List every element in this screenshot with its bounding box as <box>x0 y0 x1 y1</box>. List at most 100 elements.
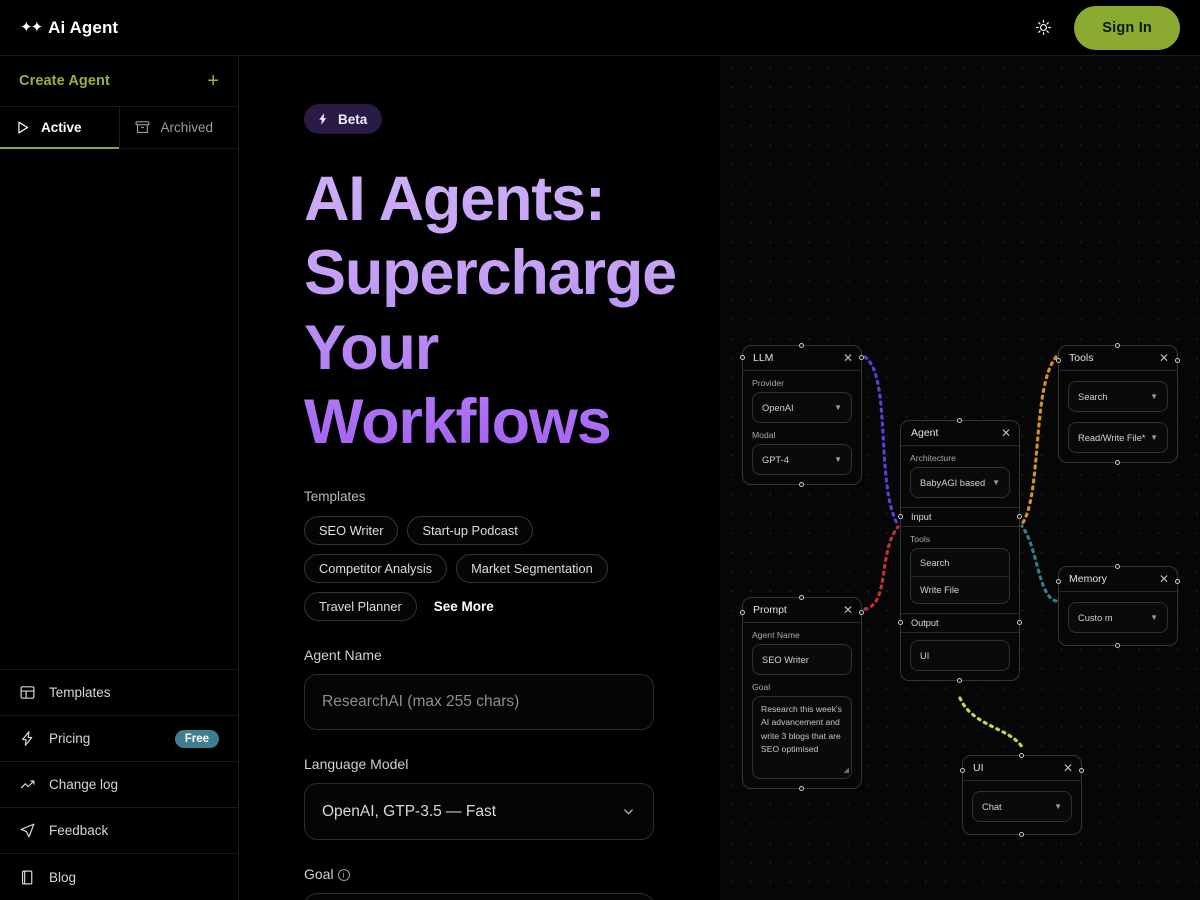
node-handle-top[interactable] <box>957 418 962 423</box>
node-handle-bottom[interactable] <box>1115 643 1120 648</box>
node-handle-right[interactable] <box>1175 579 1180 584</box>
node-title: Memory <box>1069 573 1107 585</box>
node-body: Provider OpenAI ▼ Modal GPT-4 ▼ <box>743 371 861 484</box>
node-handle-top[interactable] <box>1115 343 1120 348</box>
sign-in-button[interactable]: Sign In <box>1074 5 1180 50</box>
close-icon[interactable]: ✕ <box>843 352 853 364</box>
agent-list-tabs: Active Archived <box>0 107 238 149</box>
prompt-agent-name-value: SEO Writer <box>762 654 809 665</box>
brand-name: Ai Agent <box>48 17 119 37</box>
output-handle-left[interactable] <box>898 620 903 625</box>
node-handle-bottom[interactable] <box>1019 832 1024 837</box>
node-tools[interactable]: Tools ✕ Search ▼ Read/Write File* ▼ <box>1056 343 1180 465</box>
close-icon[interactable]: ✕ <box>1159 573 1169 585</box>
node-llm[interactable]: LLM ✕ Provider OpenAI ▼ Modal GPT-4 ▼ <box>740 343 864 487</box>
language-model-select[interactable]: OpenAI, GTP-3.5 — Fast <box>304 783 654 841</box>
node-handle-left[interactable] <box>740 610 745 615</box>
node-handle-top[interactable] <box>799 343 804 348</box>
template-pill-start-up-podcast[interactable]: Start-up Podcast <box>407 516 533 546</box>
template-pill-row: SEO Writer Start-up Podcast Competitor A… <box>304 516 676 622</box>
tab-archived[interactable]: Archived <box>118 107 239 148</box>
node-handle-top[interactable] <box>799 595 804 600</box>
node-handle-left[interactable] <box>1056 579 1061 584</box>
template-pill-market-segmentation[interactable]: Market Segmentation <box>456 554 608 584</box>
input-handle-right[interactable] <box>1017 514 1022 519</box>
provider-label: Provider <box>752 378 784 388</box>
node-handle-bottom[interactable] <box>799 482 804 487</box>
node-body-tools: Tools Search Write File <box>901 527 1019 613</box>
sidebar-item-templates[interactable]: Templates <box>0 670 238 716</box>
sidebar: Create Agent + Active Archived Templates… <box>0 56 239 900</box>
chevron-down-icon: ▼ <box>834 455 842 464</box>
node-handle-left[interactable] <box>740 355 745 360</box>
sidebar-item-label: Change log <box>49 777 119 792</box>
sun-icon[interactable] <box>1026 11 1060 45</box>
page-title: AI Agents: Supercharge Your Workflows <box>304 162 704 459</box>
template-pill-competitor-analysis[interactable]: Competitor Analysis <box>304 554 448 584</box>
prompt-agent-name-label: Agent Name <box>752 630 800 640</box>
sidebar-item-label: Blog <box>49 869 77 885</box>
output-handle-right[interactable] <box>1017 620 1022 625</box>
chevron-down-icon: ▼ <box>992 478 1000 487</box>
tab-active[interactable]: Active <box>0 107 119 149</box>
tab-archived-label: Archived <box>160 120 214 135</box>
node-handle-left[interactable] <box>960 768 965 773</box>
node-handle-right[interactable] <box>859 355 864 360</box>
node-handle-bottom[interactable] <box>1115 460 1120 465</box>
node-body: Custo m ▼ <box>1059 592 1177 645</box>
node-memory[interactable]: Memory ✕ Custo m ▼ <box>1056 564 1180 648</box>
ui-select[interactable]: Chat ▼ <box>972 791 1072 822</box>
agent-name-input[interactable]: ResearchAI (max 255 chars) <box>304 674 654 731</box>
chevron-down-icon: ▼ <box>1150 392 1158 401</box>
node-handle-left[interactable] <box>1056 358 1061 363</box>
tool-select-read-write-file[interactable]: Read/Write File* ▼ <box>1068 422 1168 453</box>
node-handle-top[interactable] <box>1115 564 1120 569</box>
modal-select[interactable]: GPT-4 ▼ <box>752 444 852 475</box>
provider-select[interactable]: OpenAI ▼ <box>752 392 852 423</box>
node-handle-right[interactable] <box>1175 358 1180 363</box>
close-icon[interactable]: ✕ <box>1001 427 1011 439</box>
sidebar-item-blog[interactable]: Blog <box>0 854 238 900</box>
prompt-goal-textarea[interactable]: Research this week's AI advancement and … <box>752 696 852 779</box>
agent-tools-list: Search Write File <box>910 548 1010 604</box>
goal-label: Goal i <box>304 866 720 882</box>
node-agent[interactable]: Agent ✕ Architecture BabyAGI based ▼ Inp… <box>898 418 1022 683</box>
resize-grip-icon[interactable]: ◢ <box>844 766 849 777</box>
node-handle-bottom[interactable] <box>799 786 804 791</box>
node-ui[interactable]: UI ✕ Chat ▼ <box>960 753 1084 837</box>
node-handle-top[interactable] <box>1019 753 1024 758</box>
close-icon[interactable]: ✕ <box>1159 352 1169 364</box>
input-label: Input <box>911 512 932 522</box>
agent-input-section-header: Input <box>898 507 1022 527</box>
info-icon[interactable]: i <box>337 869 350 882</box>
close-icon[interactable]: ✕ <box>1063 762 1073 774</box>
node-prompt[interactable]: Prompt ✕ Agent Name SEO Writer Goal Rese… <box>740 595 864 791</box>
brand-logo[interactable]: ✦✦ Ai Agent <box>20 18 118 38</box>
architecture-select[interactable]: BabyAGI based ▼ <box>910 467 1010 498</box>
prompt-agent-name-input[interactable]: SEO Writer <box>752 644 852 675</box>
node-handle-bottom[interactable] <box>957 678 962 683</box>
sidebar-item-pricing[interactable]: Pricing Free <box>0 716 238 762</box>
list-item[interactable]: Write File <box>911 576 1009 603</box>
sidebar-item-feedback[interactable]: Feedback <box>0 808 238 854</box>
node-header: Tools ✕ <box>1059 346 1177 371</box>
template-pill-seo-writer[interactable]: SEO Writer <box>304 516 399 546</box>
create-agent-button[interactable]: Create Agent + <box>0 56 238 107</box>
tool-value: Read/Write File* <box>1078 432 1146 443</box>
sparkles-icon: ✦✦ <box>20 19 43 36</box>
node-handle-right[interactable] <box>859 610 864 615</box>
close-icon[interactable]: ✕ <box>843 604 853 616</box>
chevron-down-icon: ▼ <box>834 403 842 412</box>
list-item[interactable]: Search <box>911 549 1009 576</box>
see-more-link[interactable]: See More <box>434 599 494 614</box>
goal-textarea[interactable]: Develop a social media strategy for my <box>304 893 654 900</box>
output-select[interactable]: UI <box>910 640 1010 671</box>
sidebar-item-change-log[interactable]: Change log <box>0 762 238 808</box>
workflow-canvas[interactable]: LLM ✕ Provider OpenAI ▼ Modal GPT-4 ▼ Ag… <box>720 56 1200 900</box>
template-pill-travel-planner[interactable]: Travel Planner <box>304 592 417 622</box>
node-handle-right[interactable] <box>1079 768 1084 773</box>
plus-icon[interactable]: + <box>207 71 219 91</box>
tool-select-search[interactable]: Search ▼ <box>1068 381 1168 412</box>
input-handle-left[interactable] <box>898 514 903 519</box>
memory-select[interactable]: Custo m ▼ <box>1068 602 1168 633</box>
